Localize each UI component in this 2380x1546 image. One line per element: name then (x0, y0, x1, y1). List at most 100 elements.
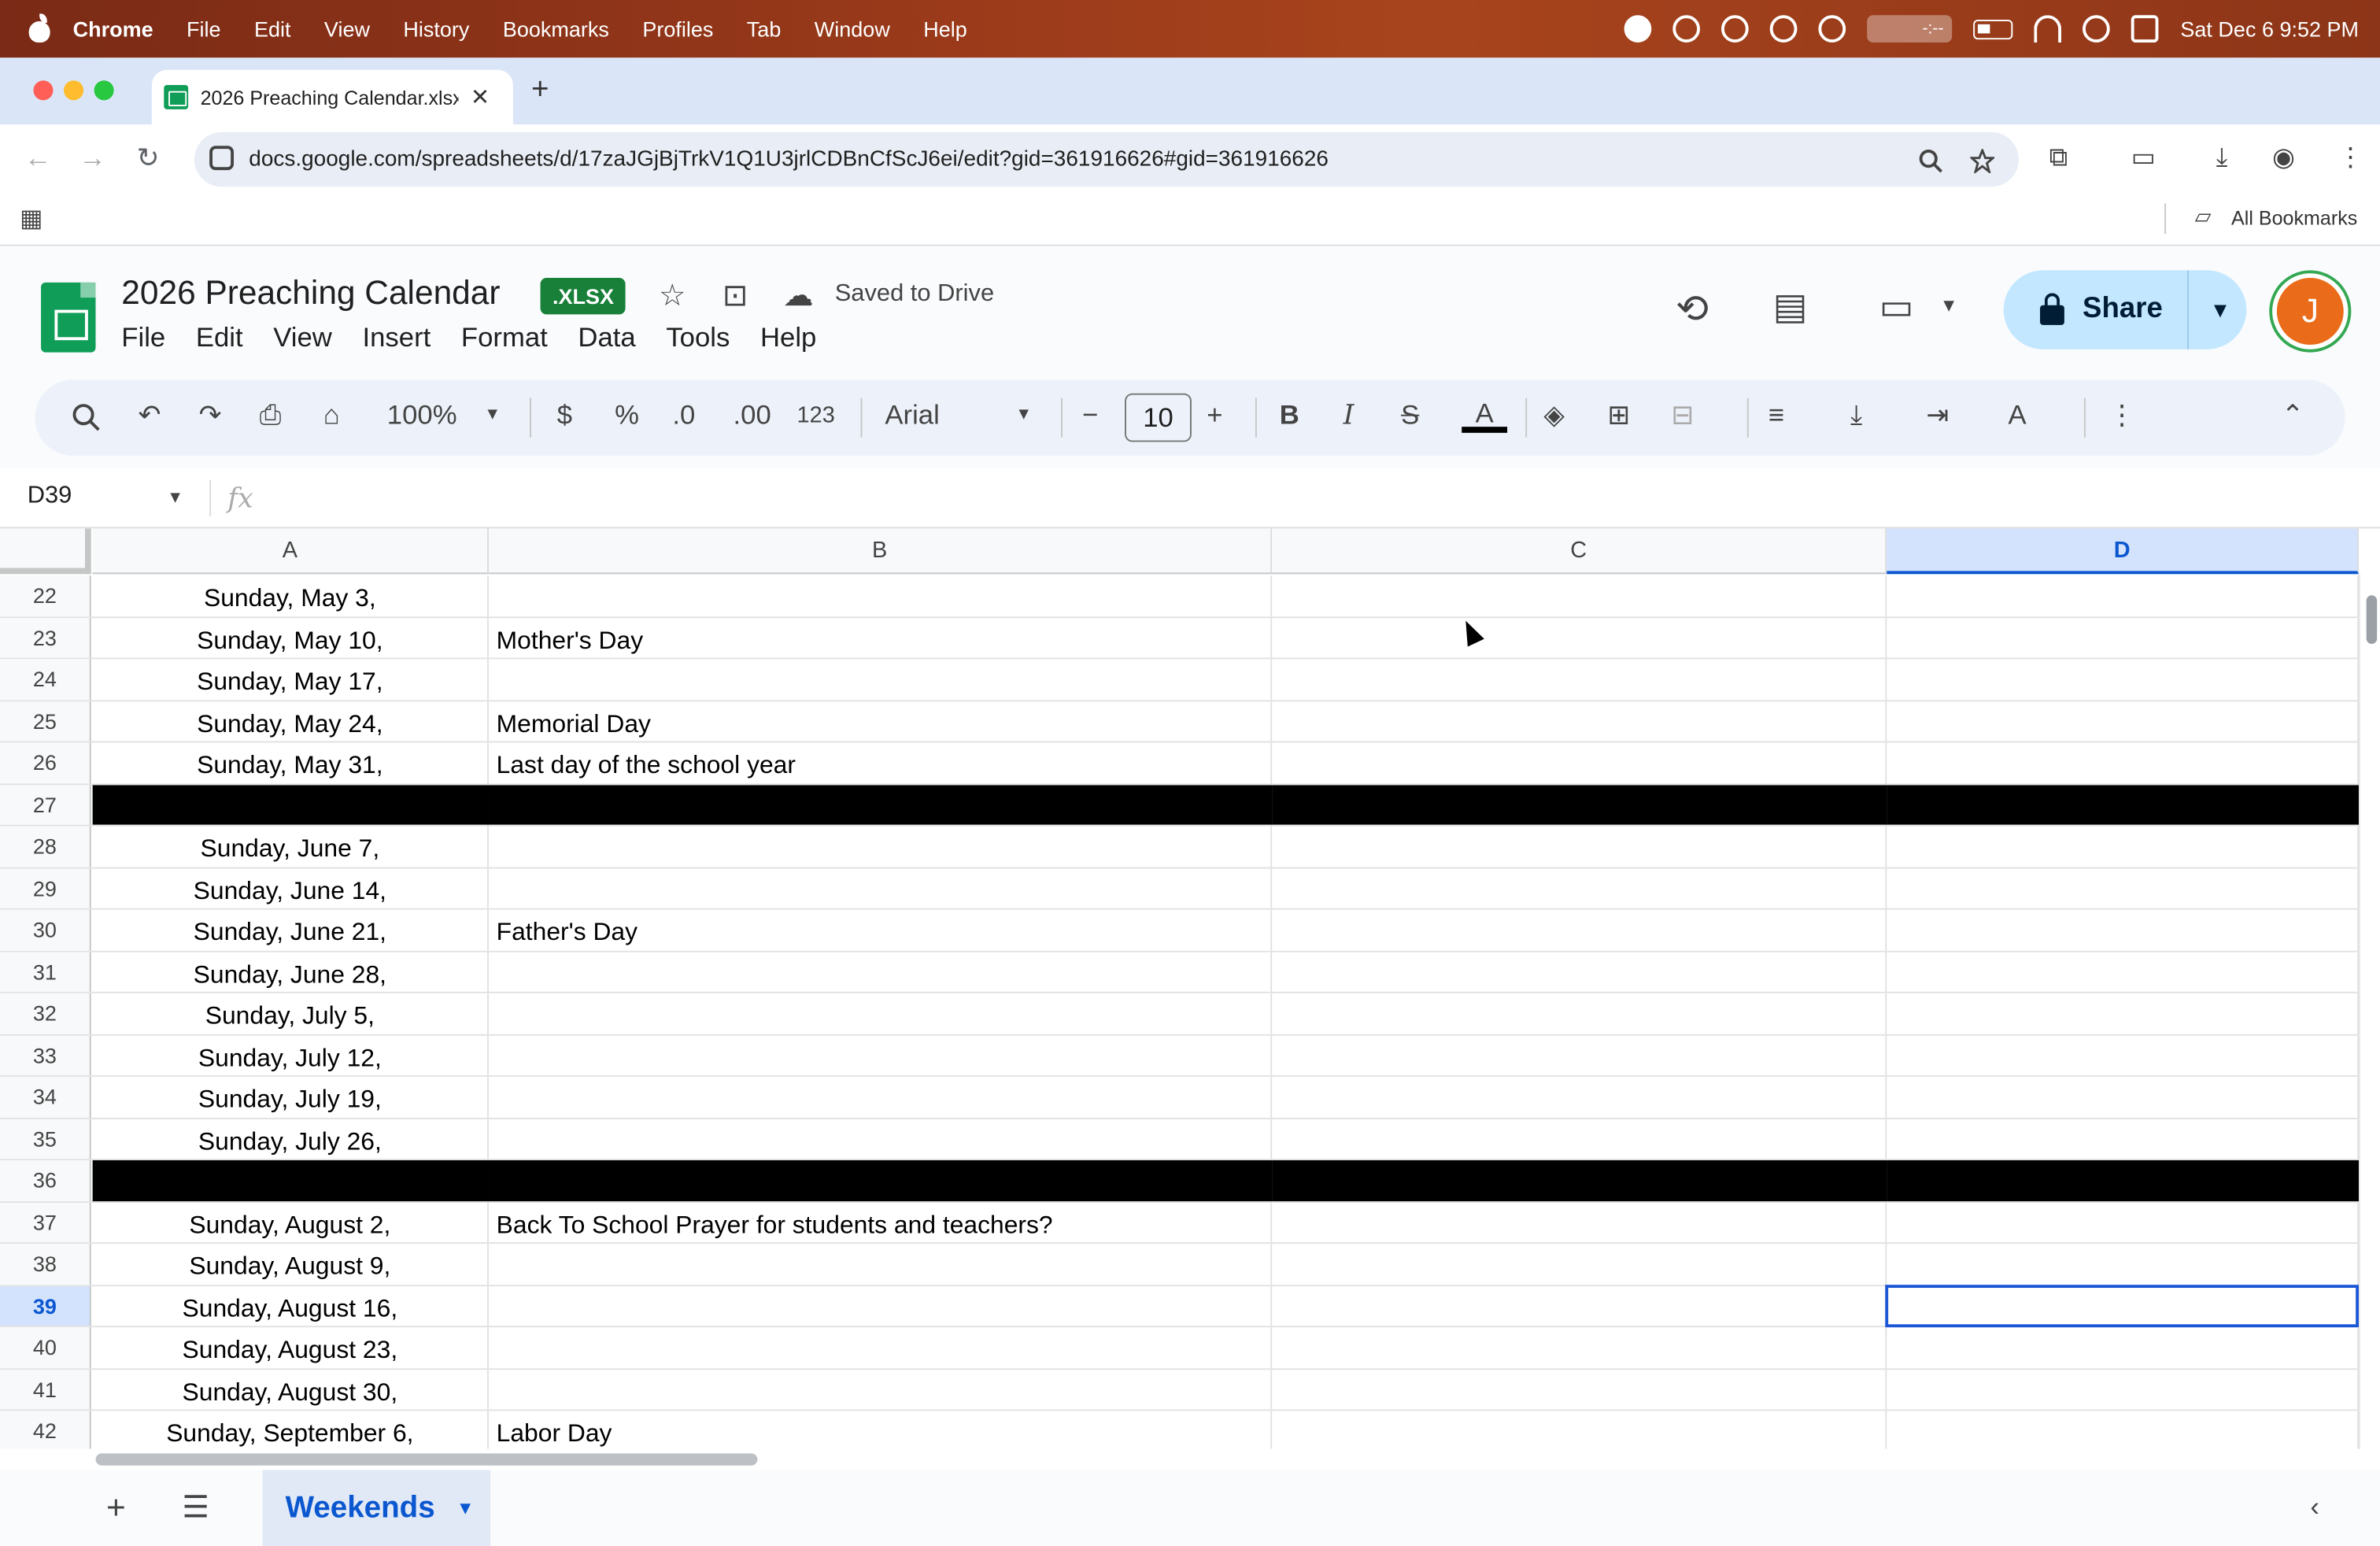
fill-color-icon[interactable]: ◈ (1543, 399, 1565, 431)
cell-c[interactable] (1272, 1327, 1887, 1368)
cell-a[interactable]: Sunday, June 7, (93, 826, 490, 867)
row-number[interactable]: 42 (0, 1411, 91, 1449)
cell-d[interactable] (1887, 826, 2360, 867)
decrease-decimal-button[interactable]: .0 (672, 399, 695, 431)
extension-status-icon[interactable] (1770, 15, 1798, 43)
add-sheet-icon[interactable]: + (106, 1489, 126, 1528)
cell-c[interactable] (1272, 1411, 1887, 1449)
column-header-b[interactable]: B (489, 528, 1273, 575)
menu-profiles[interactable]: Profiles (642, 17, 713, 41)
font-family-select[interactable]: Arial (885, 399, 939, 431)
vertical-align-icon[interactable]: ⤓ (1850, 399, 1862, 431)
cell-b[interactable] (489, 1118, 1273, 1160)
cell-c[interactable] (1272, 867, 1887, 908)
paint-format-icon[interactable]: ⌂ (323, 399, 340, 431)
cell-b[interactable] (489, 1160, 1273, 1201)
borders-icon[interactable]: ⊞ (1607, 399, 1630, 431)
vpn-icon[interactable] (1673, 15, 1701, 43)
cell-b[interactable] (489, 1034, 1273, 1075)
cell-c[interactable] (1272, 826, 1887, 867)
cell-c[interactable] (1272, 1244, 1887, 1285)
menu-help[interactable]: Help (923, 17, 967, 41)
cell-a[interactable]: Sunday, August 2, (93, 1202, 490, 1243)
row-number[interactable]: 40 (0, 1327, 91, 1368)
cell-a[interactable]: Sunday, May 10, (93, 617, 490, 658)
font-size-input[interactable]: 10 (1125, 393, 1192, 442)
vertical-scrollbar[interactable] (2359, 574, 2380, 1449)
formula-input[interactable] (288, 483, 2352, 516)
cell-c[interactable] (1272, 659, 1887, 700)
cell-d[interactable] (1887, 909, 2360, 950)
cell-c[interactable] (1272, 951, 1887, 992)
cell-a[interactable]: Sunday, July 12, (93, 1034, 490, 1075)
cell-d[interactable] (1887, 1160, 2360, 1201)
star-icon[interactable]: ☆ (659, 276, 686, 314)
active-cell-selection[interactable] (1885, 1284, 2360, 1327)
cell-b[interactable] (489, 826, 1273, 867)
sheet-tab-weekends[interactable]: Weekends ▼ (262, 1470, 490, 1546)
sheets-menu-edit[interactable]: Edit (196, 322, 243, 354)
horizontal-scroll-thumb[interactable] (95, 1453, 758, 1466)
undo-icon[interactable]: ↶ (139, 399, 161, 431)
redo-icon[interactable]: ↷ (199, 399, 222, 431)
apple-logo-icon[interactable] (28, 13, 52, 43)
cell-b[interactable] (489, 1369, 1273, 1410)
cell-b[interactable]: Last day of the school year (489, 742, 1273, 783)
video-player-status[interactable]: -:-- (1868, 15, 1953, 43)
cell-d[interactable] (1887, 575, 2360, 616)
more-options-icon[interactable]: ⋮ (2108, 399, 2136, 431)
tab-close-icon[interactable]: ✕ (471, 83, 490, 111)
cell-a[interactable]: Sunday, June 14, (93, 867, 490, 908)
cell-c[interactable] (1272, 1369, 1887, 1410)
text-rotation-icon[interactable]: A (2009, 399, 2027, 431)
menu-app-name[interactable]: Chrome (73, 17, 153, 41)
row-number[interactable]: 25 (0, 701, 91, 742)
cell-b[interactable] (489, 1244, 1273, 1285)
version-history-icon[interactable]: ⟲ (1676, 286, 1709, 333)
cell-b[interactable] (489, 1285, 1273, 1326)
zoom-select[interactable]: 100% (387, 399, 457, 431)
new-tab-button[interactable]: + (531, 73, 549, 108)
cell-a[interactable]: Sunday, July 26, (93, 1118, 490, 1160)
file-type-badge[interactable]: .XLSX (540, 278, 626, 315)
cell-d[interactable] (1887, 1244, 2360, 1285)
increase-decimal-button[interactable]: .00 (734, 399, 771, 431)
sheets-menu-data[interactable]: Data (578, 322, 635, 354)
collapse-toolbar-icon[interactable]: ⌃ (2282, 399, 2304, 431)
text-wrapping-icon[interactable]: ⇥ (1926, 399, 1949, 431)
horizontal-scrollbar[interactable] (0, 1448, 2380, 1470)
url-text[interactable]: docs.google.com/spreadsheets/d/17zaJGjBj… (249, 147, 1329, 172)
window-minimize-button[interactable] (64, 80, 84, 101)
cell-d[interactable] (1887, 867, 2360, 908)
cell-b[interactable] (489, 575, 1273, 616)
italic-button[interactable]: I (1343, 399, 1354, 431)
menu-window[interactable]: Window (815, 17, 890, 41)
menu-view[interactable]: View (324, 17, 370, 41)
window-zoom-button[interactable] (94, 80, 114, 101)
cell-a[interactable]: Sunday, May 31, (93, 742, 490, 783)
cell-b[interactable]: Labor Day (489, 1411, 1273, 1449)
record-icon[interactable] (1624, 15, 1653, 43)
row-number[interactable]: 28 (0, 826, 91, 867)
row-number[interactable]: 22 (0, 575, 91, 616)
horizontal-align-icon[interactable]: ≡ (1768, 399, 1784, 431)
font-size-increase-icon[interactable]: + (1207, 399, 1222, 431)
row-number[interactable]: 33 (0, 1034, 91, 1075)
meet-icon[interactable]: ▭ (1879, 286, 1914, 330)
cell-a[interactable]: Sunday, September 6, (93, 1411, 490, 1449)
downloads-icon[interactable]: ⤓ (2216, 142, 2227, 173)
all-sheets-icon[interactable]: ☰ (182, 1489, 209, 1526)
merge-cells-icon[interactable]: ⊟ (1671, 399, 1694, 431)
cell-d[interactable] (1887, 742, 2360, 783)
menu-history[interactable]: History (403, 17, 469, 41)
cell-c[interactable] (1272, 993, 1887, 1034)
menu-edit[interactable]: Edit (254, 17, 291, 41)
cell-d[interactable] (1887, 617, 2360, 658)
cell-a[interactable]: Sunday, June 28, (93, 951, 490, 992)
sheets-menu-insert[interactable]: Insert (362, 322, 431, 354)
name-box-dropdown-icon[interactable]: ▼ (167, 489, 183, 507)
percent-format-button[interactable]: % (615, 399, 639, 431)
row-number[interactable]: 38 (0, 1244, 91, 1285)
cell-d[interactable] (1887, 1034, 2360, 1075)
cell-a[interactable]: Sunday, May 3, (93, 575, 490, 616)
